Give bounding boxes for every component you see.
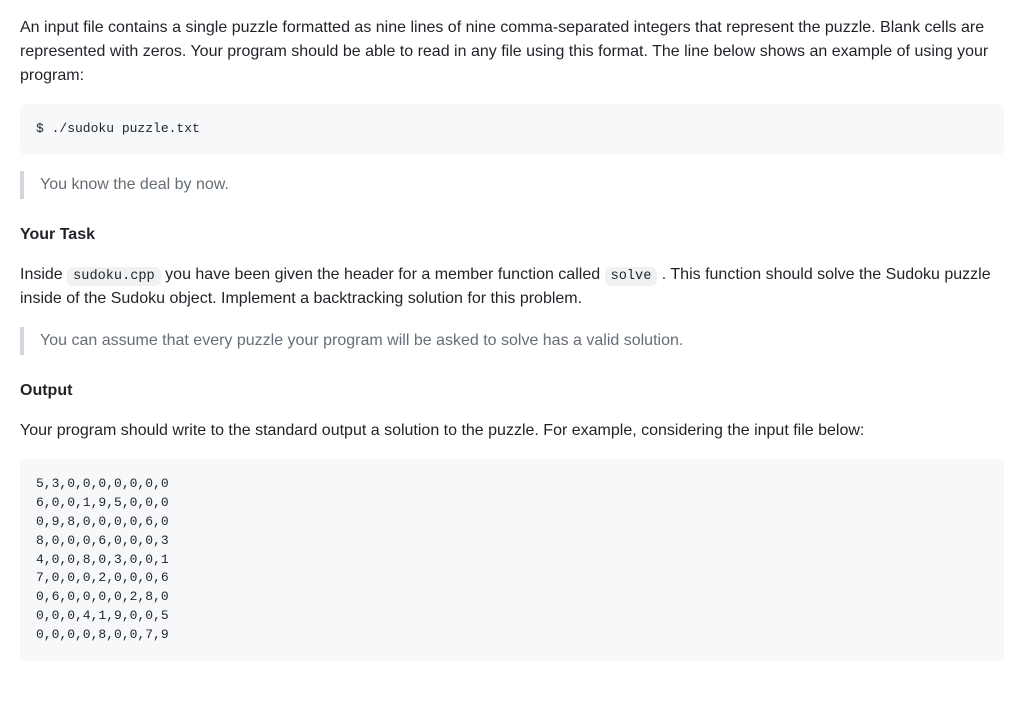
inline-code-solve: solve: [605, 267, 658, 286]
output-paragraph: Your program should write to the standar…: [20, 419, 1004, 443]
blockquote-text: You can assume that every puzzle your pr…: [40, 327, 988, 355]
blockquote-text: You know the deal by now.: [40, 171, 988, 199]
inline-code-sudoku-cpp: sudoku.cpp: [67, 267, 161, 286]
blockquote-hint-1: You know the deal by now.: [20, 171, 1004, 199]
puzzle-input-code-block: 5,3,0,0,0,0,0,0,0 6,0,0,1,9,5,0,0,0 0,9,…: [20, 459, 1004, 661]
task-text-2: you have been given the header for a mem…: [161, 266, 605, 283]
intro-paragraph: An input file contains a single puzzle f…: [20, 16, 1004, 88]
output-heading: Output: [20, 379, 1004, 403]
command-code-block: $ ./sudoku puzzle.txt: [20, 104, 1004, 155]
blockquote-hint-2: You can assume that every puzzle your pr…: [20, 327, 1004, 355]
your-task-heading: Your Task: [20, 223, 1004, 247]
task-paragraph: Inside sudoku.cpp you have been given th…: [20, 263, 1004, 311]
task-text-1: Inside: [20, 266, 67, 283]
